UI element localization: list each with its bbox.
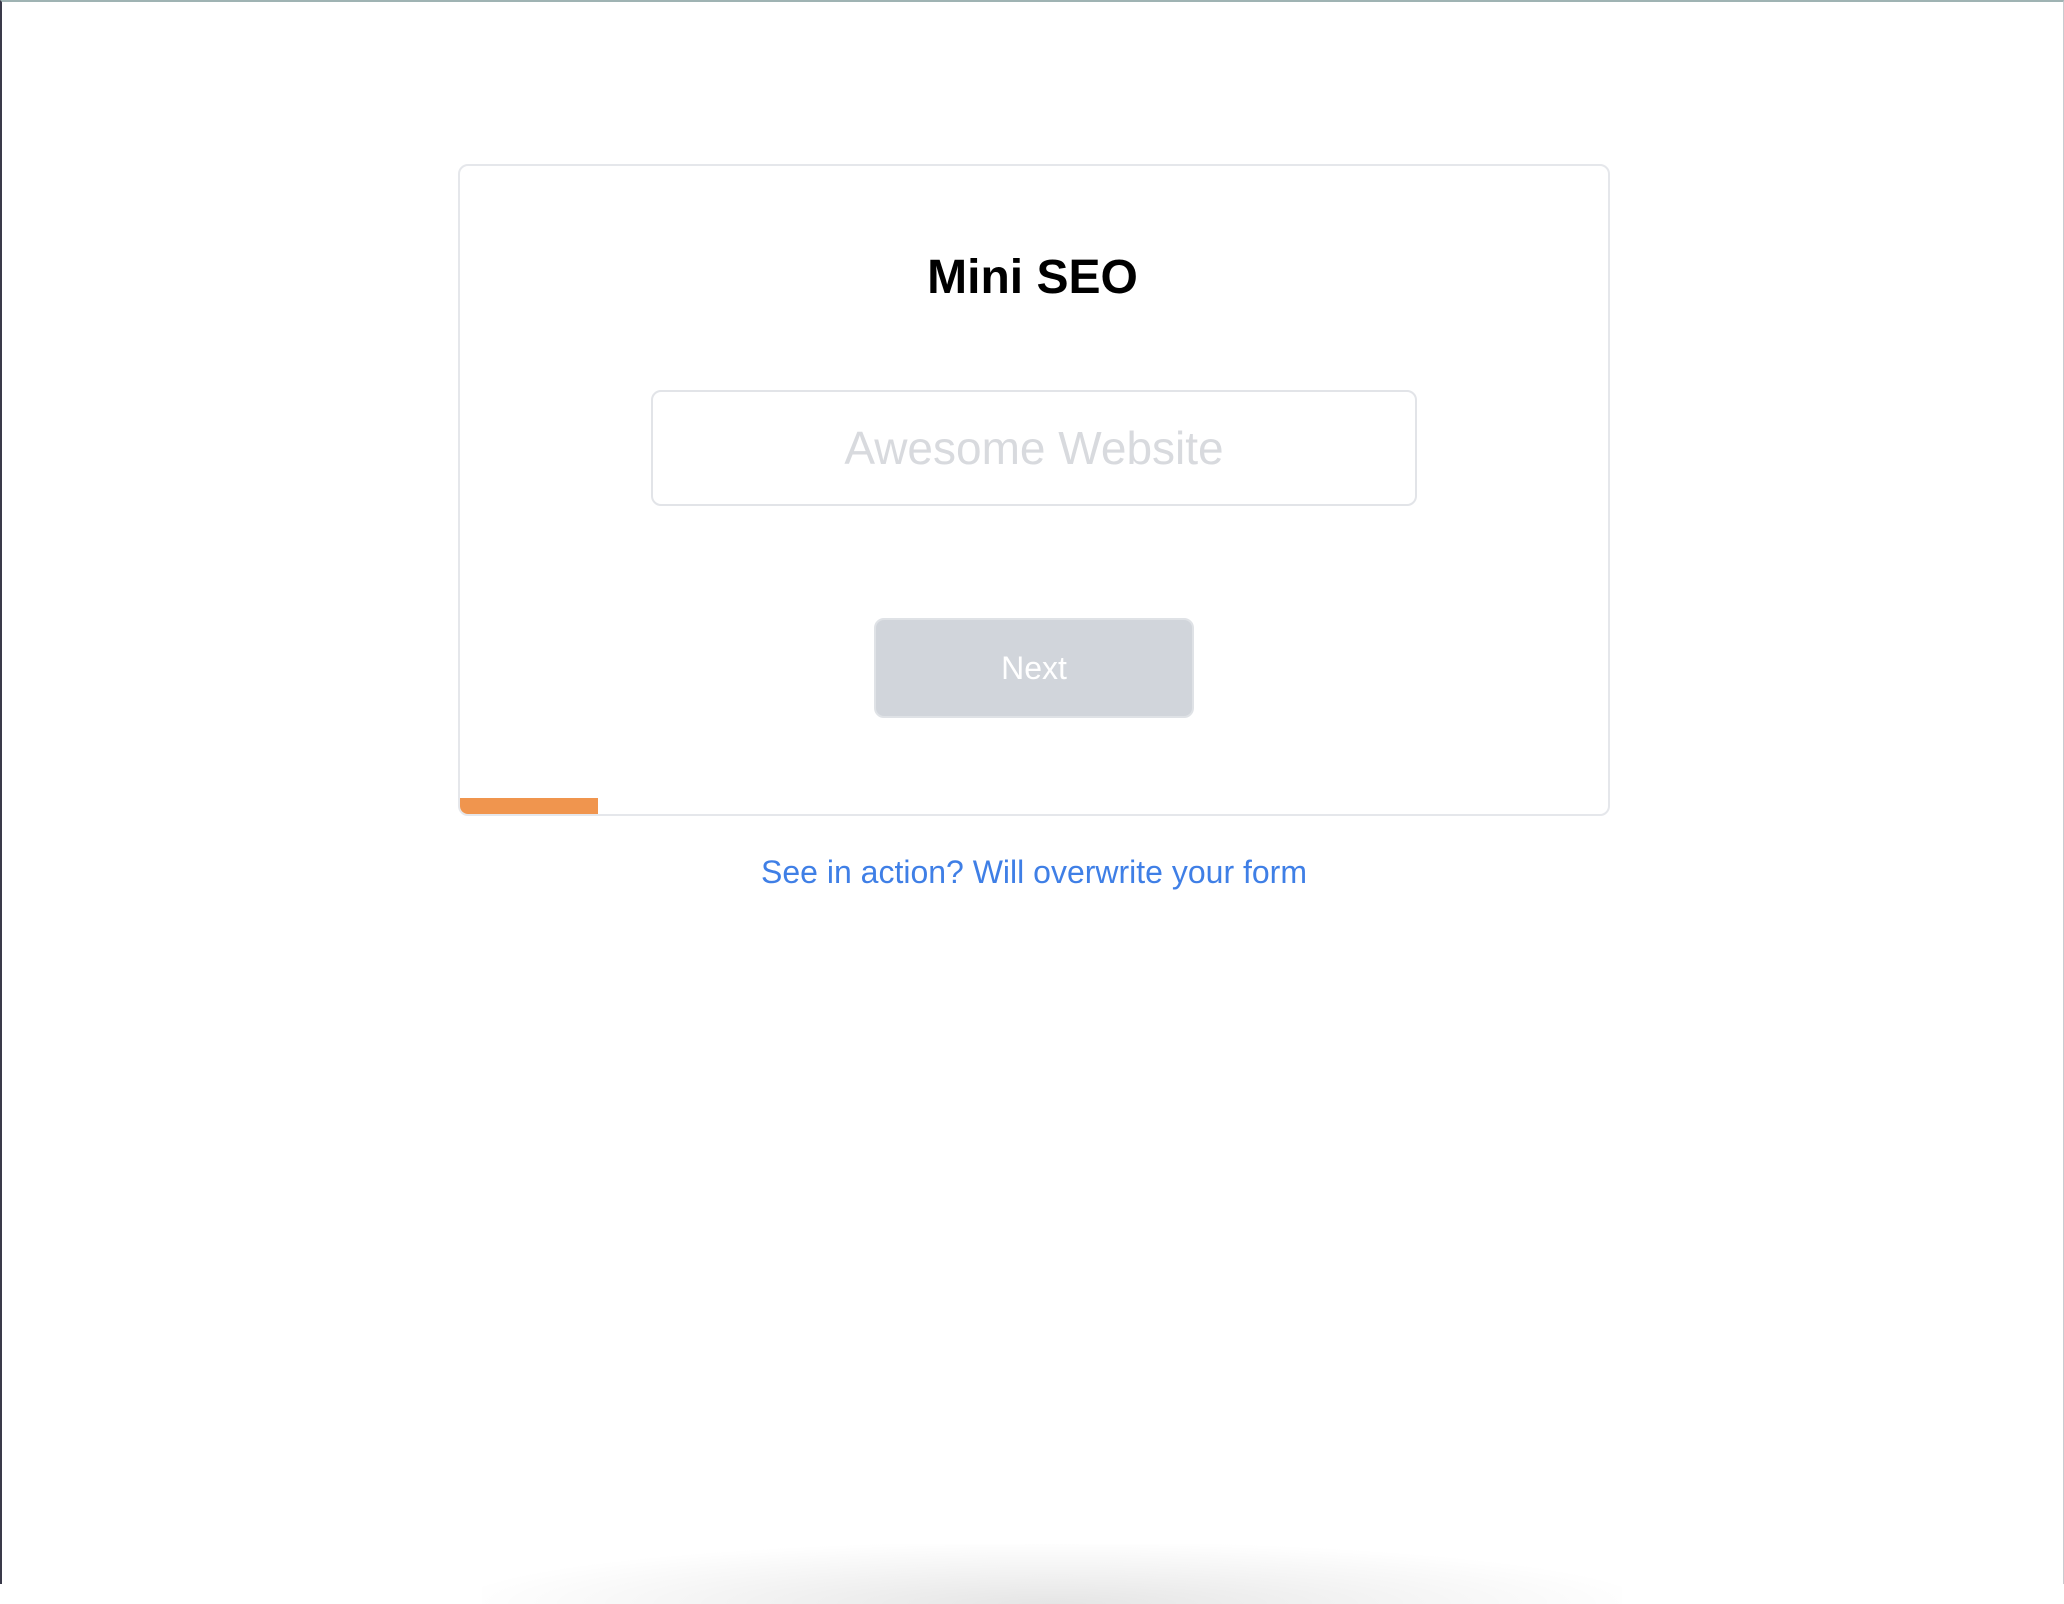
next-button[interactable]: Next xyxy=(874,618,1194,718)
progress-bar-fill xyxy=(460,798,598,814)
browser-window: Mini SEO Next See in action? Will overwr… xyxy=(0,0,2064,1604)
demo-link-container: See in action? Will overwrite your form xyxy=(2,852,2064,892)
see-in-action-link[interactable]: See in action? Will overwrite your form xyxy=(761,854,1307,890)
website-name-input[interactable] xyxy=(651,390,1417,506)
bottom-shadow xyxy=(482,1544,1622,1604)
progress-bar xyxy=(460,798,1608,814)
page-title: Mini SEO xyxy=(927,251,1138,304)
